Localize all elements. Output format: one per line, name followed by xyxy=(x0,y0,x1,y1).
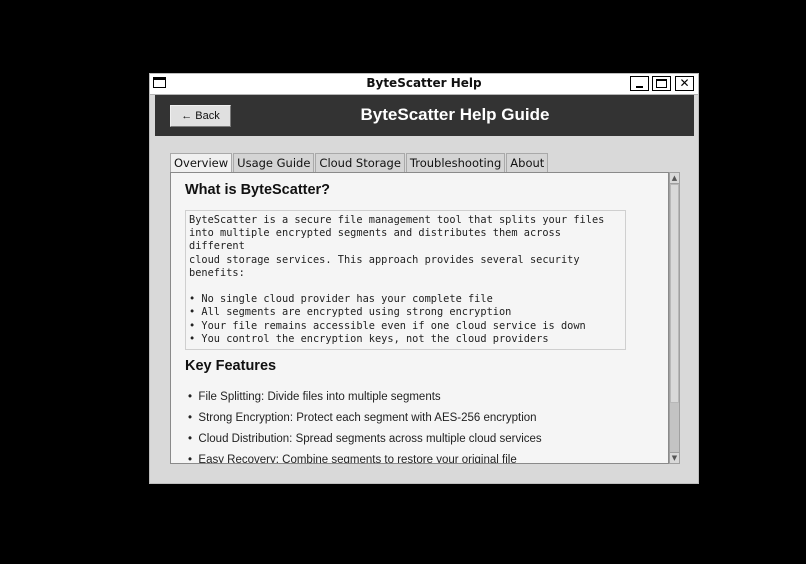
tab-usage-guide[interactable]: Usage Guide xyxy=(233,153,315,172)
scrollbar-thumb[interactable] xyxy=(670,184,679,403)
feature-item: • Cloud Distribution: Spread segments ac… xyxy=(188,433,542,445)
tab-about[interactable]: About xyxy=(506,153,549,172)
tab-bar: Overview Usage Guide Cloud Storage Troub… xyxy=(170,153,549,173)
help-window: ByteScatter Help ✕ ← Back ByteScatter He… xyxy=(149,73,699,484)
back-button[interactable]: ← Back xyxy=(170,105,231,127)
tab-troubleshooting[interactable]: Troubleshooting xyxy=(405,153,506,172)
maximize-icon xyxy=(656,79,667,88)
close-icon: ✕ xyxy=(679,76,690,90)
feature-text: Strong Encryption: Protect each segment … xyxy=(198,412,537,424)
minimize-icon xyxy=(636,86,643,88)
scroll-up-icon[interactable]: ▲ xyxy=(670,173,679,184)
tab-overview[interactable]: Overview xyxy=(170,153,233,173)
close-button[interactable]: ✕ xyxy=(675,76,694,91)
feature-text: File Splitting: Divide files into multip… xyxy=(198,391,441,403)
feature-item: • Strong Encryption: Protect each segmen… xyxy=(188,412,537,424)
vertical-scrollbar[interactable]: ▲ ▼ xyxy=(669,172,680,464)
feature-list: • File Splitting: Divide files into mult… xyxy=(188,390,542,464)
section-heading: What is ByteScatter? xyxy=(185,182,331,198)
feature-text: Cloud Distribution: Spread segments acro… xyxy=(198,433,542,445)
tab-cloud-storage[interactable]: Cloud Storage xyxy=(315,153,405,172)
header-bar: ← Back ByteScatter Help Guide xyxy=(155,95,694,136)
maximize-button[interactable] xyxy=(652,76,671,91)
title-bar[interactable]: ByteScatter Help ✕ xyxy=(150,74,698,95)
window-title: ByteScatter Help xyxy=(366,76,482,90)
feature-item: • File Splitting: Divide files into mult… xyxy=(188,391,441,403)
overview-panel: What is ByteScatter? ByteScatter is a se… xyxy=(170,172,669,464)
scroll-down-icon[interactable]: ▼ xyxy=(670,452,679,463)
feature-item: • Easy Recovery: Combine segments to res… xyxy=(188,454,517,464)
minimize-button[interactable] xyxy=(630,76,649,91)
feature-text: Easy Recovery: Combine segments to resto… xyxy=(198,454,517,464)
page-title: ByteScatter Help Guide xyxy=(360,105,550,124)
features-heading: Key Features xyxy=(185,358,277,374)
description-text: ByteScatter is a secure file management … xyxy=(185,210,626,350)
